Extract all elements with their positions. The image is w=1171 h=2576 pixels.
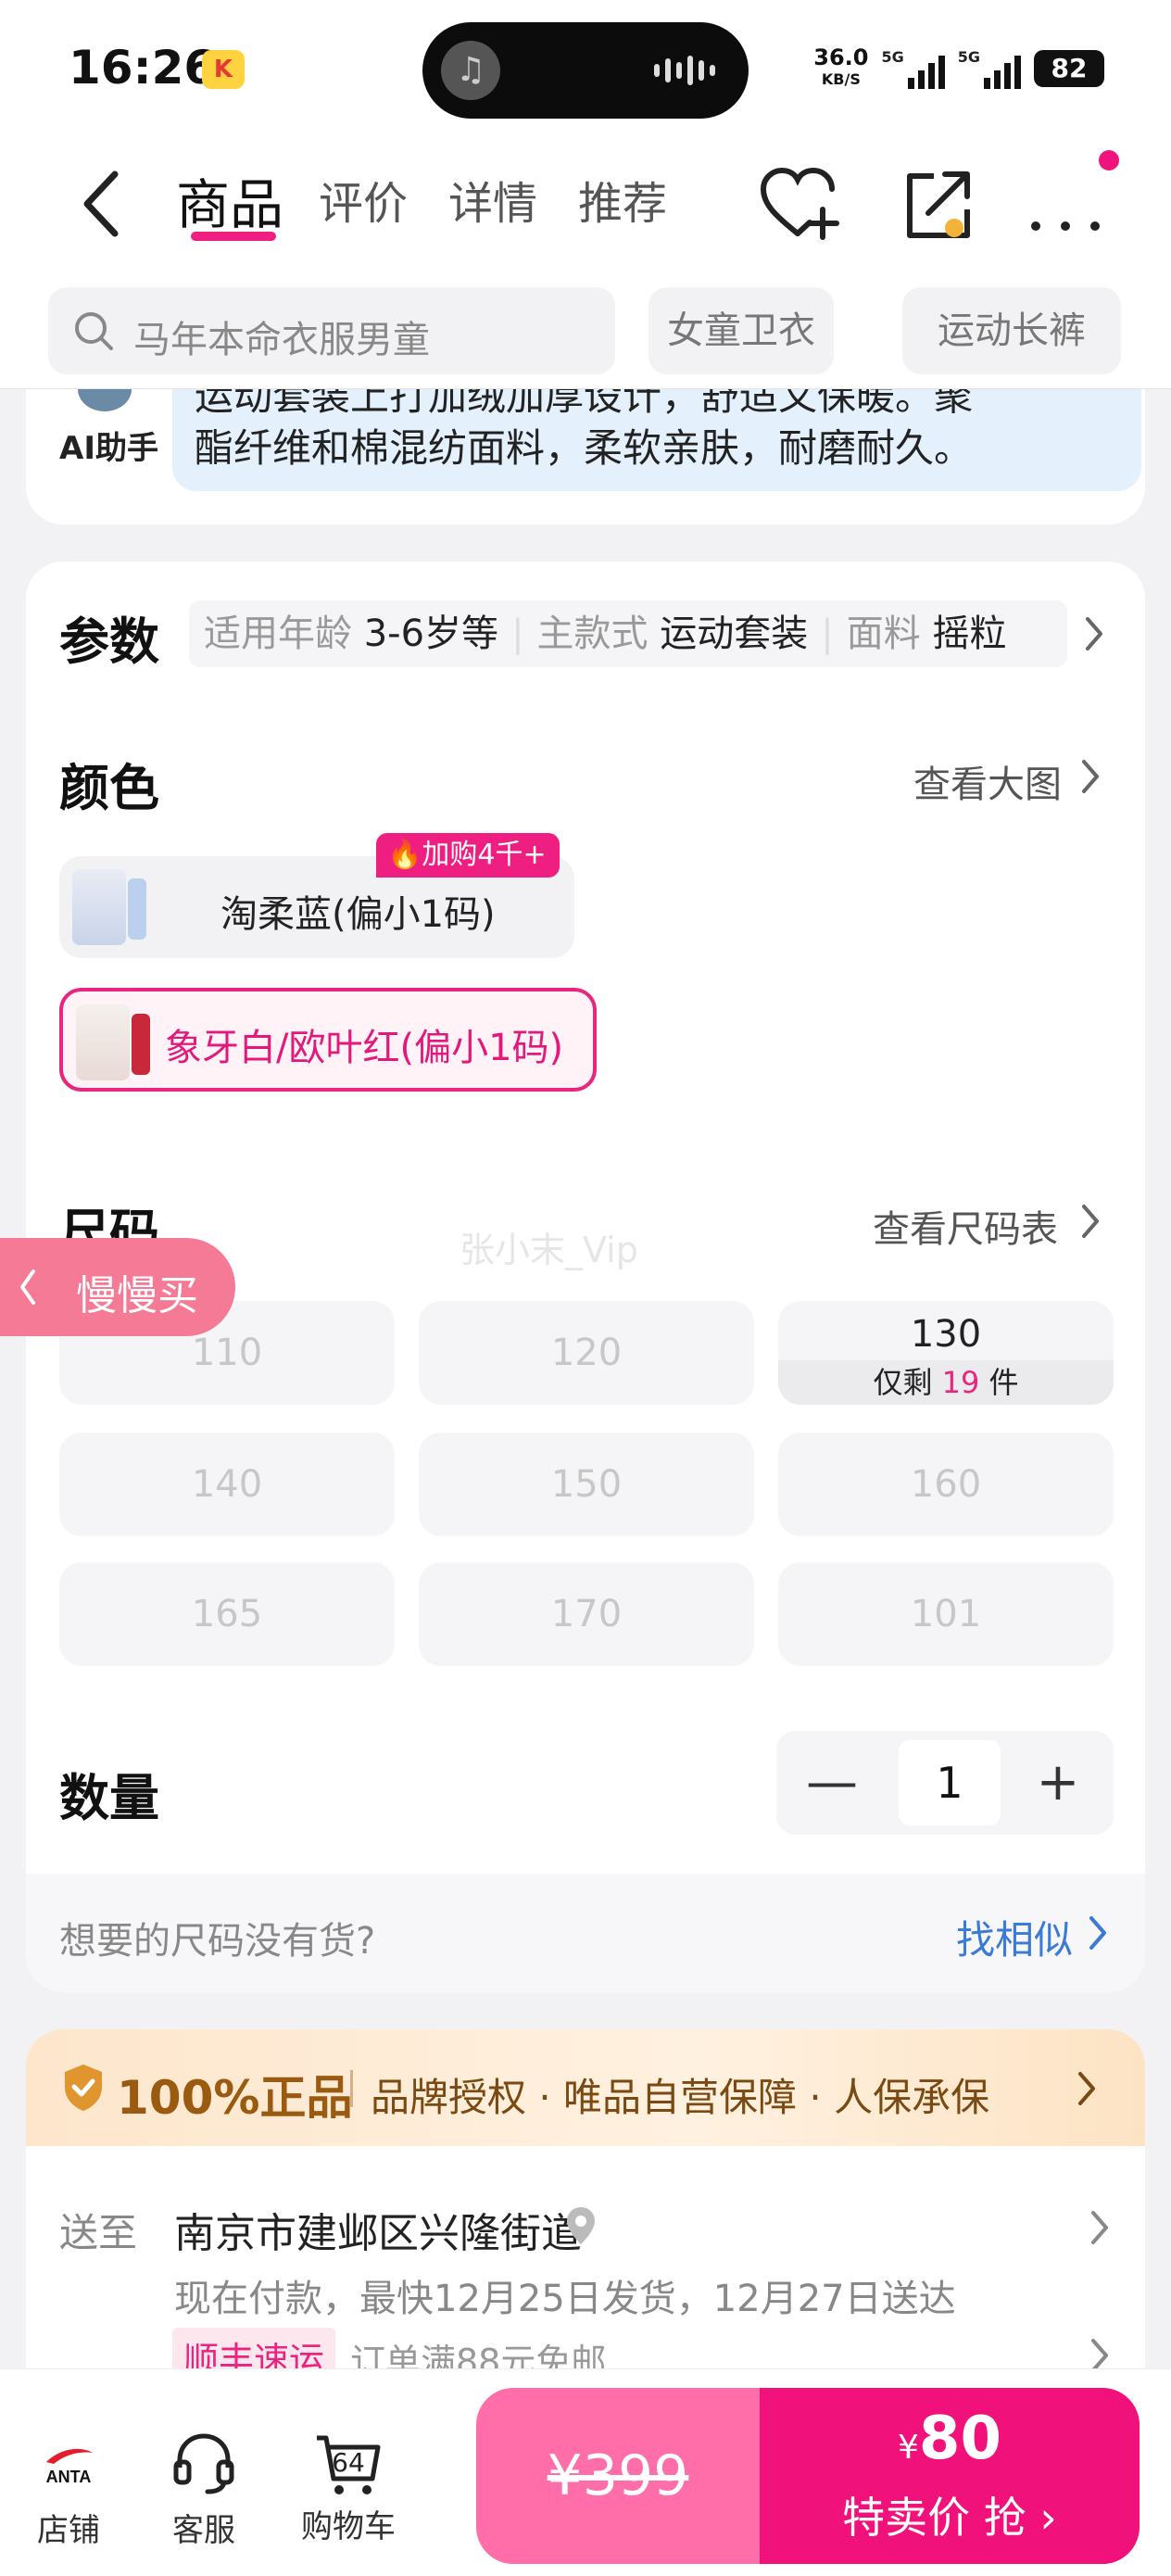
bottom-action-bar: ANTA 店铺 客服 64 购物车 ¥399 ¥80 特卖价 抢 › bbox=[0, 2368, 1171, 2576]
sale-price: ¥80 bbox=[898, 2405, 1001, 2473]
slow-buy-float[interactable]: 慢慢买 bbox=[0, 1238, 235, 1336]
brand-logo-icon: ANTA bbox=[46, 2448, 93, 2486]
chevron-right-icon bbox=[1091, 2211, 1108, 2244]
params-title: 参数 bbox=[59, 612, 159, 671]
size-option-140[interactable]: 140 bbox=[59, 1433, 395, 1536]
size-out-of-stock-row[interactable]: 想要的尺码没有货? 找相似 bbox=[26, 1874, 1145, 1992]
size-option-160[interactable]: 160 bbox=[778, 1433, 1114, 1536]
ai-summary-line: 酯纤维和棉混纺面料，柔软亲肤，耐磨耐久。 bbox=[195, 425, 974, 471]
share-icon[interactable] bbox=[897, 163, 980, 246]
shield-icon bbox=[65, 2065, 102, 2111]
size-option-150[interactable]: 150 bbox=[419, 1433, 754, 1536]
view-large-image-link[interactable]: 查看大图 bbox=[913, 754, 1062, 808]
chevron-right-icon bbox=[1089, 1916, 1106, 1950]
search-placeholder: 马年本命衣服男童 bbox=[133, 319, 430, 361]
sale-price-block[interactable]: ¥80 特卖价 抢 › bbox=[760, 2388, 1140, 2564]
heart-plus-icon[interactable] bbox=[756, 163, 839, 246]
dynamic-island[interactable]: ♫ bbox=[422, 22, 749, 119]
music-note-icon: ♫ bbox=[441, 41, 500, 100]
product-nav: 商品 评价 详情 推荐 bbox=[0, 139, 1171, 269]
watermark: 张小末_Vip bbox=[460, 1230, 638, 1270]
audio-wave-icon bbox=[654, 56, 715, 85]
quantity-title: 数量 bbox=[59, 1769, 159, 1827]
chevron-right-icon bbox=[1082, 1205, 1099, 1238]
size-option-130[interactable]: 130 仅剩 19 件 bbox=[778, 1301, 1114, 1405]
quantity-stepper: — 1 + bbox=[776, 1731, 1114, 1835]
quantity-minus-button[interactable]: — bbox=[776, 1731, 888, 1835]
search-chip-sweatpants[interactable]: 运动长裤 bbox=[902, 287, 1121, 374]
more-icon[interactable] bbox=[1023, 163, 1106, 246]
find-similar-link[interactable]: 找相似 bbox=[956, 1909, 1073, 1965]
chevron-left-icon bbox=[20, 1269, 35, 1305]
slow-buy-label: 慢慢买 bbox=[76, 1272, 198, 1320]
authentic-title: 100%正品 bbox=[117, 2071, 353, 2125]
status-indicators: 36.0 KB/S 5G 5G 82 bbox=[813, 46, 1104, 91]
cart-button[interactable]: 64 购物车 bbox=[293, 2425, 404, 2546]
tab-product[interactable]: 商品 bbox=[176, 161, 283, 239]
notification-dot bbox=[1099, 150, 1119, 170]
params-summary[interactable]: 适用年龄 3-6岁等 | 主款式 运动套装 | 面料 摇粒 bbox=[189, 600, 1067, 667]
signal-icon-2: 5G bbox=[958, 48, 1021, 89]
authentic-subtitle: 品牌授权 · 唯品自营保障 · 人保承保 bbox=[371, 2075, 990, 2120]
status-bar: 16:26 K ♫ 36.0 KB/S 5G 5G 82 bbox=[0, 0, 1171, 139]
chevron-right-icon bbox=[1078, 2072, 1095, 2105]
stock-remaining: 仅剩 19 件 bbox=[778, 1360, 1114, 1405]
cart-count: 64 bbox=[332, 2447, 365, 2478]
quantity-value[interactable]: 1 bbox=[899, 1740, 1001, 1825]
battery-icon: 82 bbox=[1034, 50, 1104, 87]
color-option-ivory-red[interactable]: 象牙白/欧叶红(偏小1码) bbox=[59, 988, 597, 1092]
ai-summary-bubble[interactable]: 运动套装上打加绒加厚设计，舒适又保暖。聚 酯纤维和棉混纺面料，柔软亲肤，耐磨耐久… bbox=[172, 389, 1141, 491]
ai-avatar bbox=[78, 389, 132, 411]
ai-assistant-card: AI助手 运动套装上打加绒加厚设计，舒适又保暖。聚 酯纤维和棉混纺面料，柔软亲肤… bbox=[26, 389, 1145, 524]
headset-icon bbox=[173, 2433, 234, 2494]
size-option-101[interactable]: 101 bbox=[778, 1562, 1114, 1666]
authentic-banner[interactable]: 100%正品 品牌授权 · 唯品自营保障 · 人保承保 bbox=[26, 2029, 1145, 2146]
tab-details[interactable]: 详情 bbox=[448, 167, 537, 232]
hot-badge: 🔥加购4千+ bbox=[376, 833, 560, 878]
quantity-plus-button[interactable]: + bbox=[1002, 1731, 1114, 1835]
chevron-right-icon bbox=[1086, 617, 1102, 650]
signal-icon-1: 5G bbox=[881, 48, 945, 89]
size-option-170[interactable]: 170 bbox=[419, 1562, 754, 1666]
svg-text:ANTA: ANTA bbox=[46, 2468, 92, 2486]
color-title: 颜色 bbox=[59, 759, 159, 817]
customer-service-button[interactable]: 客服 bbox=[148, 2425, 259, 2550]
active-tab-indicator bbox=[191, 232, 276, 241]
buy-button[interactable]: ¥399 ¥80 特卖价 抢 › bbox=[476, 2388, 1140, 2564]
store-label: 店铺 bbox=[37, 2512, 100, 2549]
color-option-label: 象牙白/欧叶红(偏小1码) bbox=[165, 1027, 564, 1069]
network-speed: 36.0 KB/S bbox=[813, 44, 869, 88]
back-arrow-icon[interactable] bbox=[74, 167, 130, 241]
delivery-estimate: 现在付款，最快12月25日发货，12月27日送达 bbox=[174, 2278, 956, 2320]
ship-address[interactable]: 南京市建邺区兴隆街道 bbox=[174, 2200, 582, 2259]
service-label: 客服 bbox=[172, 2512, 235, 2549]
tab-reviews[interactable]: 评价 bbox=[319, 167, 408, 232]
color-thumbnail bbox=[72, 869, 126, 945]
search-chip-girls-hoodie[interactable]: 女童卫衣 bbox=[648, 287, 834, 374]
location-pin-icon bbox=[567, 2207, 595, 2244]
app-notification-icon: K bbox=[202, 50, 245, 89]
buy-now-label: 特卖价 抢 › bbox=[842, 2493, 1057, 2543]
search-input[interactable]: 马年本命衣服男童 bbox=[48, 287, 615, 374]
out-of-stock-question: 想要的尺码没有货? bbox=[59, 1920, 376, 1963]
size-option-165[interactable]: 165 bbox=[59, 1562, 395, 1666]
color-thumbnail bbox=[76, 1004, 130, 1080]
original-price: ¥399 bbox=[547, 2443, 689, 2508]
search-icon bbox=[75, 312, 113, 350]
tab-recommend[interactable]: 推荐 bbox=[578, 167, 667, 232]
color-option-label: 淘柔蓝(偏小1码) bbox=[220, 893, 496, 936]
size-option-120[interactable]: 120 bbox=[419, 1301, 754, 1405]
cart-label: 购物车 bbox=[301, 2508, 396, 2545]
chevron-right-icon bbox=[1082, 760, 1099, 793]
ai-assistant-logo: AI助手 bbox=[59, 430, 158, 467]
status-time: 16:26 bbox=[69, 41, 217, 95]
size-chart-link[interactable]: 查看尺码表 bbox=[873, 1199, 1058, 1253]
ship-to-label: 送至 bbox=[59, 2210, 138, 2255]
search-row: 马年本命衣服男童 女童卫衣 运动长裤 bbox=[0, 269, 1171, 389]
store-button[interactable]: ANTA 店铺 bbox=[13, 2425, 124, 2550]
